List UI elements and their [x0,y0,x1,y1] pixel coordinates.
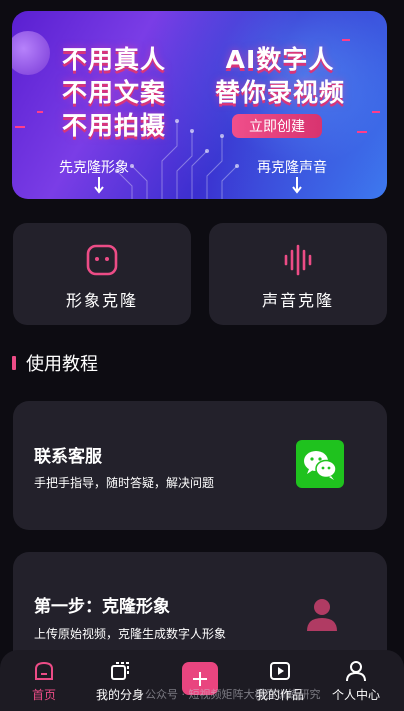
tab-home[interactable]: 首页 [9,650,79,711]
image-clone-label: 形象克隆 [65,291,138,310]
image-clone-card[interactable]: 形象克隆 [13,223,191,325]
slogan-line: 不用真人 [62,45,167,74]
tab-label: 首页 [31,688,56,702]
tab-label: 个人中心 [331,688,380,702]
voice-clone-label: 声音克隆 [261,291,334,310]
slogan-line: 不用拍摄 [62,111,167,140]
voice-clone-card[interactable]: 声音克隆 [209,223,387,325]
contact-service-card[interactable]: 联系客服 手把手指导，随时答疑，解决问题 [13,401,387,530]
play-icon [270,662,290,680]
card-title: 联系客服 [34,447,102,467]
tab-profile[interactable]: 个人中心 [321,650,391,711]
plus-icon [193,671,207,686]
card-description: 手把手指导，随时答疑，解决问题 [34,476,215,490]
section-accent-bar [12,356,16,370]
person-icon [307,599,337,631]
slogan-line: 不用文案 [62,78,167,107]
banner-left-slogan: 不用真人 不用文案 不用拍摄 [62,43,166,142]
slogan-line: AI数字人 [225,45,335,74]
arrow-down-icon [94,177,104,194]
clone-icon [111,662,129,680]
home-icon [35,661,53,680]
face-square-icon [86,244,118,276]
create-now-button[interactable]: 立即创建 [232,114,322,138]
slogan-line: 替你录视频 [215,78,346,107]
card-title: 第一步：克隆形象 [34,597,170,617]
banner-right-slogan: AI数字人 替你录视频 [215,43,345,109]
caption-clone-voice: 再克隆声音 [257,160,327,176]
sound-wave-icon [284,244,312,276]
arrow-down-icon [292,177,302,194]
section-title: 使用教程 [26,354,98,375]
watermark-text: 公众号 · 短视频矩阵大模型训练研究 [145,688,321,701]
wechat-icon [296,440,344,488]
card-description: 上传原始视频，克隆生成数字人形象 [34,627,227,641]
caption-clone-image: 先克隆形象 [59,160,129,176]
user-icon [346,661,366,682]
promo-banner[interactable]: 不用真人 不用文案 不用拍摄 AI数字人 替你录视频 立即创建 先克隆形象 再克… [12,11,387,199]
